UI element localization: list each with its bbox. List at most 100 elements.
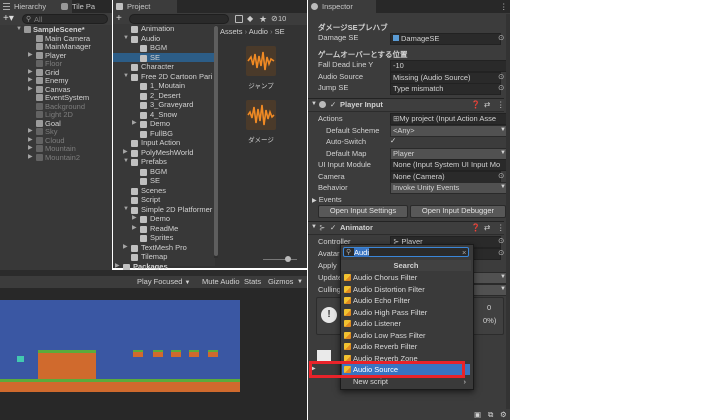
collapsed-arrow-icon[interactable]: ▶ <box>132 214 138 224</box>
play-focused-dropdown[interactable]: Play Focused ▼ <box>137 276 191 289</box>
collapsed-arrow-icon[interactable]: ▶ <box>123 243 129 253</box>
object-picker-icon[interactable]: ⊙ <box>498 83 504 93</box>
filter-type-icon[interactable] <box>235 15 243 23</box>
asset-tile-jump[interactable]: ジャンプ <box>243 46 279 94</box>
add-object-button[interactable]: +▾ <box>3 13 14 25</box>
gizmos-toggle[interactable]: Gizmos <box>268 276 293 288</box>
asset-tile-damage[interactable]: ダメージ <box>243 100 279 148</box>
project-folder-item[interactable]: ▶ PolyMeshWorld <box>113 148 214 158</box>
preset-icon[interactable]: ⇄ <box>484 222 490 233</box>
expanded-arrow-icon[interactable]: ▼ <box>123 205 129 215</box>
collapsed-arrow-icon[interactable]: ▶ <box>132 224 138 234</box>
project-folder-item[interactable]: ▼ Prefabs <box>113 157 214 167</box>
project-folder-item[interactable]: 3_Graveyard <box>113 100 214 110</box>
project-folder-item[interactable]: Character <box>113 62 214 72</box>
actions-field[interactable]: ⊞My project (Input Action Asse <box>390 113 509 125</box>
project-folder-item[interactable]: Script <box>113 195 214 205</box>
notification-icon[interactable]: ⧉ <box>488 409 493 420</box>
component-option[interactable]: Audio High Pass Filter <box>342 307 470 318</box>
damage-se-field[interactable]: DamageSE <box>390 33 501 45</box>
help-icon[interactable]: ❓ <box>471 99 480 110</box>
enabled-checkbox[interactable]: ✓ <box>330 222 336 233</box>
tab-inspector[interactable]: Inspector <box>308 0 376 13</box>
project-folder-item[interactable]: ▼ Free 2D Cartoon Pari <box>113 72 214 82</box>
icon-size-slider[interactable] <box>263 256 297 262</box>
project-folder-item[interactable]: ▶ Demo <box>113 119 214 129</box>
debug-icon[interactable]: ▣ <box>474 409 481 420</box>
collapsed-arrow-icon[interactable]: ▶ <box>123 148 129 158</box>
object-picker-icon[interactable]: ⊙ <box>498 236 504 246</box>
project-folder-item[interactable]: Input Action <box>113 138 214 148</box>
mute-audio-toggle[interactable]: Mute Audio <box>202 276 240 288</box>
component-option[interactable]: Audio Echo Filter <box>342 295 470 306</box>
project-folder-item[interactable]: ▶ Demo <box>113 214 214 224</box>
more-options-icon[interactable]: ⋮ <box>500 0 508 13</box>
ui-input-module-field[interactable]: None (Input System UI Input Mo <box>390 159 509 171</box>
project-folder-item[interactable]: ▼ Audio <box>113 34 214 44</box>
project-folder-item[interactable]: 2_Desert <box>113 91 214 101</box>
collapsed-arrow-icon[interactable]: ▶ <box>132 119 138 129</box>
open-input-settings-button[interactable]: Open Input Settings <box>318 205 408 218</box>
project-folder-item[interactable]: Scenes <box>113 186 214 196</box>
hierarchy-search-input[interactable]: ⚲ All <box>22 14 108 24</box>
jump-se-field[interactable]: Type mismatch <box>390 83 501 95</box>
help-icon[interactable]: ❓ <box>471 222 480 233</box>
settings-icon[interactable]: ⚙ <box>500 409 507 420</box>
foldout-arrow-icon[interactable]: ▼ <box>311 99 317 110</box>
component-option[interactable]: Audio Low Pass Filter <box>342 330 470 341</box>
object-picker-icon[interactable]: ⊙ <box>498 72 504 82</box>
hierarchy-item[interactable]: ▶ Mountain2 <box>0 153 112 162</box>
project-search-input[interactable] <box>129 14 229 24</box>
filter-label-icon[interactable]: ◆ <box>247 15 253 23</box>
player-input-header[interactable]: ▼ ✓ Player Input ❓ ⇄ ⋮ <box>308 98 505 112</box>
animator-header[interactable]: ▼ ⊱ ✓ Animator ❓ ⇄ ⋮ <box>308 221 505 235</box>
object-picker-icon[interactable]: ⊙ <box>498 33 504 43</box>
project-folder-item[interactable]: ▼ Simple 2D Platformer <box>113 205 214 215</box>
project-folder-item[interactable]: Animation <box>113 24 214 34</box>
component-menu-icon[interactable]: ⋮ <box>497 222 505 233</box>
auto-switch-checkbox[interactable]: ✓ <box>390 136 396 146</box>
object-picker-icon[interactable]: ⊙ <box>498 248 504 258</box>
component-option[interactable]: Audio Distortion Filter <box>342 284 470 295</box>
chevron-down-icon[interactable]: ▼ <box>297 276 303 288</box>
breadcrumb-audio[interactable]: Audio <box>249 27 268 36</box>
inspector-scrollbar[interactable] <box>506 14 510 410</box>
game-viewport[interactable] <box>0 300 240 392</box>
stats-toggle[interactable]: Stats <box>244 276 261 288</box>
project-tree-scrollbar[interactable] <box>214 26 218 258</box>
expanded-arrow-icon[interactable]: ▼ <box>123 34 129 44</box>
component-option[interactable]: Audio Chorus Filter <box>342 272 470 283</box>
collapsed-arrow-icon[interactable]: ▶ <box>28 153 34 162</box>
component-search-input[interactable]: ⚲ Audi × <box>343 247 469 257</box>
events-foldout[interactable]: ▶ Events <box>312 195 342 204</box>
project-folder-item[interactable]: ▶ ReadMe <box>113 224 214 234</box>
project-folder-item[interactable]: SE <box>113 176 214 186</box>
breadcrumb-assets[interactable]: Assets <box>220 27 243 36</box>
fall-dead-field[interactable]: -10 <box>390 60 509 72</box>
clear-search-icon[interactable]: × <box>462 248 466 257</box>
foldout-arrow-icon[interactable]: ▼ <box>311 222 317 233</box>
enabled-checkbox[interactable]: ✓ <box>330 99 336 110</box>
project-folder-item[interactable]: ▶ TextMesh Pro <box>113 243 214 253</box>
default-scheme-dropdown[interactable]: <Any> ▼ <box>390 125 509 137</box>
component-option[interactable]: Audio Listener <box>342 318 470 329</box>
expanded-arrow-icon[interactable]: ▼ <box>123 157 129 167</box>
object-picker-icon[interactable]: ⊙ <box>498 171 504 181</box>
project-folder-item[interactable]: FullBG <box>113 129 214 139</box>
project-folder-item[interactable]: BGM <box>113 43 214 53</box>
component-menu-icon[interactable]: ⋮ <box>497 99 505 110</box>
expanded-arrow-icon[interactable]: ▼ <box>123 72 129 82</box>
component-option[interactable]: Audio Reverb Filter <box>342 341 470 352</box>
open-input-debugger-button[interactable]: Open Input Debugger <box>410 205 506 218</box>
preset-icon[interactable]: ⇄ <box>484 99 490 110</box>
favorite-star-icon[interactable]: ★ <box>259 14 267 24</box>
tab-project[interactable]: Project <box>113 0 177 13</box>
project-folder-item[interactable]: Sprites <box>113 233 214 243</box>
project-folder-item[interactable]: Tilemap <box>113 252 214 262</box>
project-folder-item[interactable]: 1_Moutain <box>113 81 214 91</box>
hidden-packages-icon[interactable]: ⊘ <box>271 14 278 24</box>
breadcrumb-se[interactable]: SE <box>275 27 285 36</box>
project-folder-item[interactable]: BGM <box>113 167 214 177</box>
project-folder-item[interactable]: SE <box>113 52 214 62</box>
behavior-dropdown[interactable]: Invoke Unity Events ▼ <box>390 182 509 194</box>
